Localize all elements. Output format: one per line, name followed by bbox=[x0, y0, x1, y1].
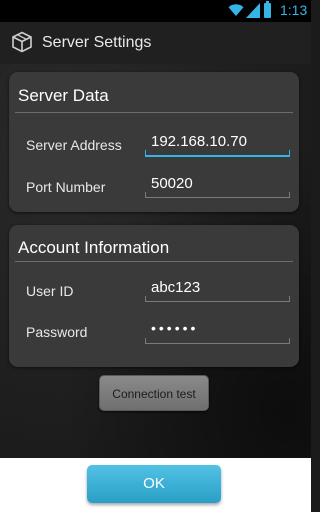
account-information-divider bbox=[15, 261, 293, 262]
port-number-label: Port Number bbox=[26, 179, 106, 195]
connection-test-button[interactable]: Connection test bbox=[99, 375, 209, 411]
password-field[interactable]: •••••• bbox=[145, 319, 290, 344]
server-data-heading: Server Data bbox=[18, 86, 109, 105]
port-number-value: 50020 bbox=[151, 175, 193, 192]
password-label: Password bbox=[26, 324, 88, 340]
page-title: Server Settings bbox=[42, 34, 152, 51]
server-data-divider bbox=[15, 112, 293, 113]
status-bar: 1:13 bbox=[0, 0, 311, 22]
user-id-value: abc123 bbox=[151, 279, 201, 296]
server-address-label: Server Address bbox=[26, 137, 122, 153]
signal-icon bbox=[246, 3, 260, 18]
account-information-heading: Account Information bbox=[18, 238, 170, 257]
port-number-field[interactable]: 50020 bbox=[145, 173, 290, 198]
wifi-icon bbox=[228, 4, 244, 16]
status-clock: 1:13 bbox=[280, 2, 308, 18]
server-address-field[interactable]: 192.168.10.70 bbox=[145, 131, 290, 157]
bottom-button-bar: OK bbox=[0, 458, 311, 512]
action-bar: Server Settings bbox=[0, 22, 311, 64]
ok-button[interactable]: OK bbox=[87, 465, 221, 503]
account-information-panel: Account Information User ID abc123 Passw… bbox=[9, 225, 299, 367]
cube-icon[interactable] bbox=[10, 30, 34, 54]
server-data-panel: Server Data Server Address 192.168.10.70… bbox=[9, 72, 299, 212]
password-value: •••••• bbox=[151, 320, 199, 336]
settings-content: Server Data Server Address 192.168.10.70… bbox=[0, 64, 311, 458]
server-address-value: 192.168.10.70 bbox=[151, 133, 247, 150]
user-id-field[interactable]: abc123 bbox=[145, 277, 290, 302]
user-id-label: User ID bbox=[26, 283, 74, 299]
battery-icon bbox=[264, 1, 271, 18]
